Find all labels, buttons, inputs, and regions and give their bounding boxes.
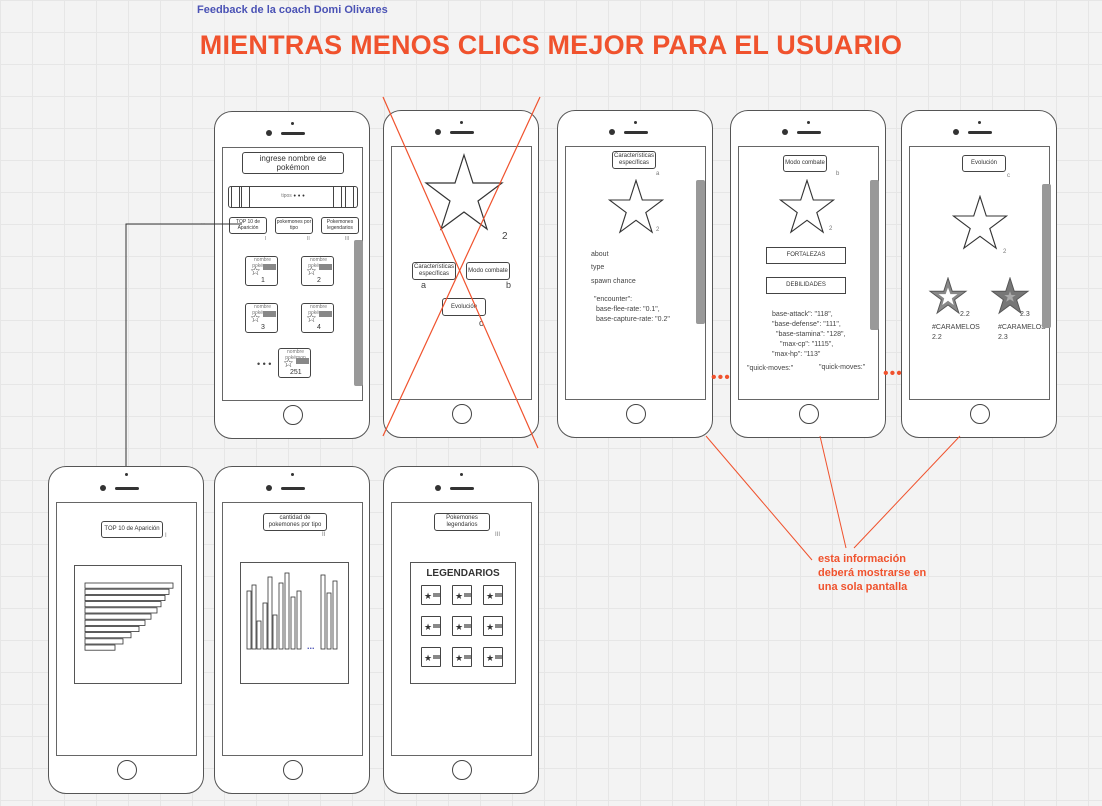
connector-dots: ••• (883, 365, 903, 382)
note-line-3: una sola pantalla (818, 581, 908, 593)
note-line-1: esta información (818, 553, 907, 565)
annotation-overlay (125, 96, 961, 561)
note-pointer-lines (705, 435, 961, 561)
cross-out-lines (382, 96, 541, 449)
feedback-note: esta información deberá mostrarse en una… (818, 552, 926, 594)
connector-dots: ••• (711, 369, 731, 386)
note-line-2: deberá mostrarse en (818, 567, 927, 579)
connector-line (125, 223, 242, 466)
